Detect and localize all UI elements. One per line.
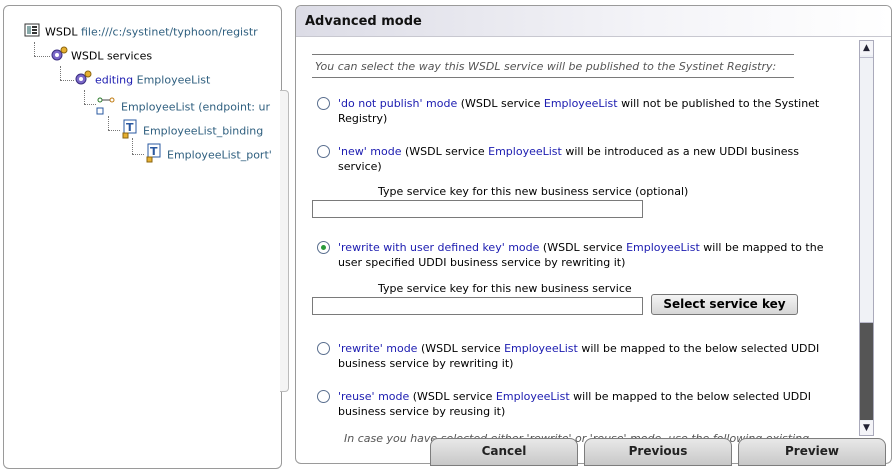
option-do-not-publish: 'do not publish' mode (WSDL service Empl… [312, 96, 846, 126]
rewrite-key-label: Type service key for this new business s… [378, 282, 632, 295]
tree-node-binding[interactable]: T EmployeeList_binding [122, 119, 264, 139]
rewrite-service-key-input[interactable] [312, 297, 643, 315]
editing-prefix: editing [95, 73, 134, 87]
tree-connector [60, 66, 61, 80]
radio-rewrite[interactable] [317, 342, 330, 355]
binding-label: EmployeeList_binding [143, 124, 264, 138]
content-scrollbar[interactable]: ▲ ▼ [859, 40, 874, 436]
tree-node-port[interactable]: T EmployeeList_port' [146, 143, 272, 163]
svg-text:T: T [150, 145, 158, 158]
select-service-key-button[interactable]: Select service key [651, 294, 798, 315]
wsdl-document-icon [24, 22, 42, 43]
cancel-button[interactable]: Cancel [430, 438, 578, 466]
new-service-key-input[interactable] [312, 200, 643, 218]
mode-label: 'rewrite with user defined key' mode [338, 241, 540, 254]
mode-label: 'rewrite' mode [338, 342, 418, 355]
service-name: EmployeeList [504, 342, 578, 355]
radio-reuse[interactable] [317, 390, 330, 403]
panel-title: Advanced mode [305, 14, 422, 29]
panel-header: Advanced mode [296, 6, 891, 37]
services-label: WSDL services [71, 49, 153, 63]
service-name: EmployeeList [488, 145, 562, 158]
scroll-down-arrow-icon[interactable]: ▼ [860, 421, 873, 435]
service-name: EmployeeList [543, 97, 618, 110]
option-rewrite: 'rewrite' mode (WSDL service EmployeeLis… [312, 341, 846, 371]
option-text: (WSDL service [417, 342, 505, 355]
port-type-icon: T [146, 143, 164, 168]
option-rewrite-user-key: 'rewrite with user defined key' mode (WS… [312, 240, 846, 270]
tree-scroll-edge[interactable] [280, 90, 289, 392]
divider [312, 77, 794, 78]
tree-connector [84, 104, 96, 105]
option-text: (WSDL service [401, 145, 489, 158]
service-name: EmployeeList [495, 390, 570, 403]
radio-do-not-publish[interactable] [317, 97, 330, 110]
endpoint-icon [96, 94, 118, 121]
tree-node-services[interactable]: WSDL services [50, 46, 153, 63]
divider [312, 54, 794, 55]
option-text: (WSDL service [539, 241, 627, 254]
tree-connector [34, 56, 50, 57]
wsdl-path: file:///c:/systinet/typhoon/registr [80, 25, 258, 39]
tree-connector [34, 42, 35, 56]
mode-label: 'do not publish' mode [338, 97, 458, 110]
gear-icon [74, 70, 92, 91]
binding-type-icon: T [122, 119, 140, 144]
service-name: EmployeeList [626, 241, 700, 254]
editing-name: EmployeeList [136, 73, 211, 87]
scroll-track[interactable] [860, 323, 873, 420]
option-new: 'new' mode (WSDL service EmployeeList wi… [312, 144, 846, 174]
intro-text: You can select the way this WSDL service… [315, 60, 777, 73]
gear-icon [50, 46, 68, 67]
port-label: EmployeeList_port' [167, 148, 272, 162]
mode-label: 'new' mode [338, 145, 402, 158]
radio-new[interactable] [317, 145, 330, 158]
wsdl-label: WSDL [45, 25, 78, 39]
tree-node-wsdl[interactable]: WSDL file:///c:/systinet/typhoon/registr [24, 22, 258, 39]
mode-label: 'reuse' mode [338, 390, 410, 403]
tree-connector [108, 130, 120, 131]
previous-button[interactable]: Previous [584, 438, 732, 466]
svg-text:T: T [126, 121, 134, 134]
tree-panel: WSDL file:///c:/systinet/typhoon/registr… [3, 5, 282, 469]
option-text: (WSDL service [457, 97, 544, 110]
radio-rewrite-user-key[interactable] [317, 241, 330, 254]
option-text: (WSDL service [409, 390, 496, 403]
tree-connector [84, 90, 85, 104]
new-key-label: Type service key for this new business s… [378, 185, 689, 198]
preview-button[interactable]: Preview [738, 438, 886, 466]
tree-connector [132, 154, 144, 155]
scroll-up-arrow-icon[interactable]: ▲ [860, 41, 873, 55]
advanced-mode-panel: Advanced mode You can select the way thi… [295, 5, 892, 464]
scroll-thumb[interactable] [860, 57, 873, 323]
tree-node-editing[interactable]: editing EmployeeList [74, 70, 211, 87]
endpoint-label: EmployeeList (endpoint: ur [121, 100, 270, 114]
option-reuse: 'reuse' mode (WSDL service EmployeeList … [312, 389, 846, 419]
tree-connector [60, 80, 74, 81]
tree-node-endpoint[interactable]: EmployeeList (endpoint: ur [96, 94, 270, 115]
